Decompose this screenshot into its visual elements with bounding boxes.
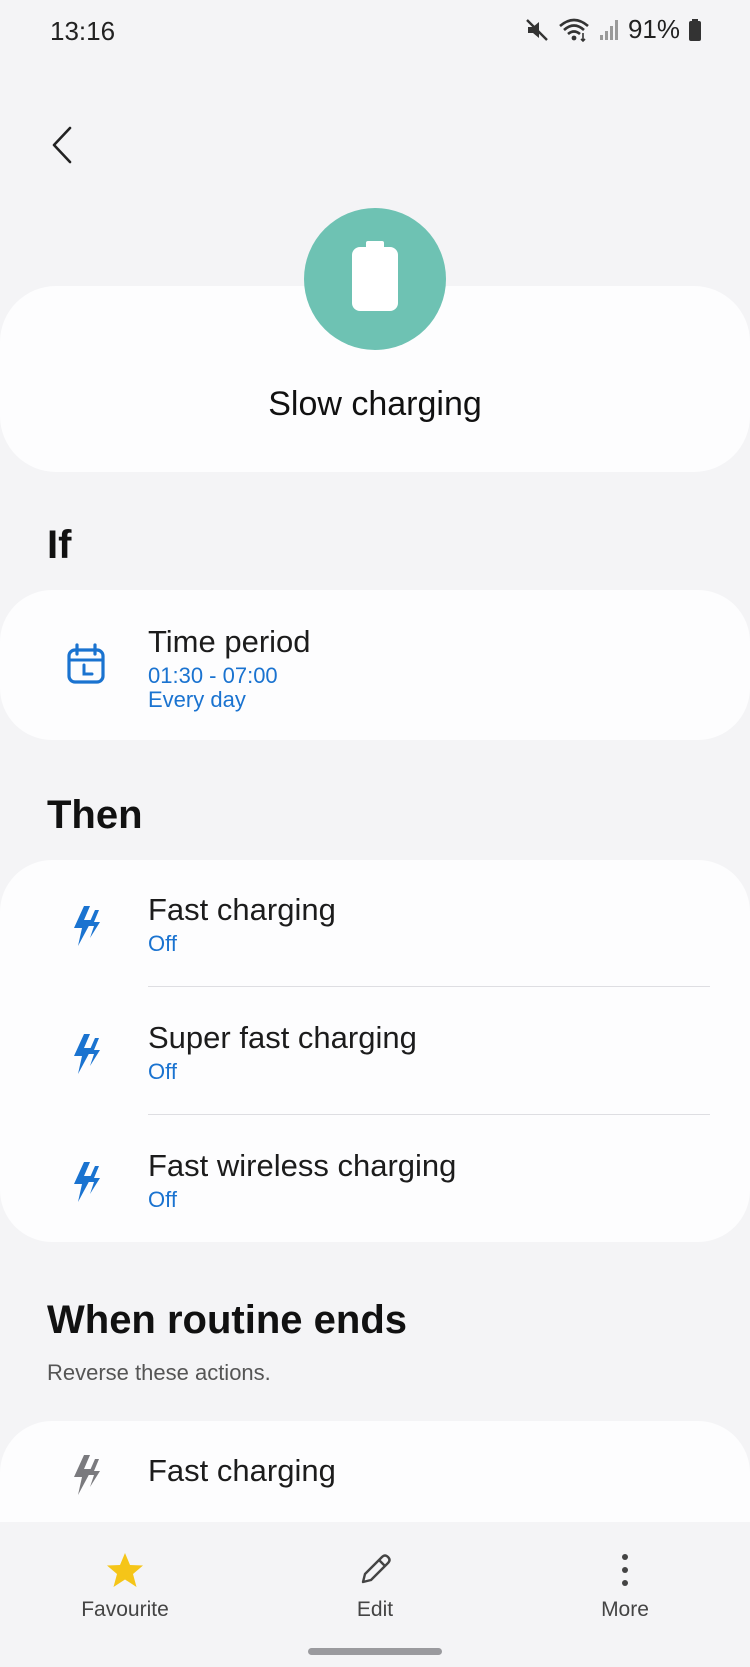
status-bar: 13:16 91%: [0, 0, 750, 66]
row-title: Fast charging: [148, 1453, 336, 1488]
favourite-button[interactable]: Favourite: [45, 1550, 205, 1622]
home-indicator[interactable]: [308, 1648, 442, 1655]
wifi-icon: [558, 17, 590, 43]
edit-label: Edit: [356, 1598, 394, 1621]
fast-charging-icon: [64, 1158, 108, 1206]
calendar-clock-icon: [64, 640, 108, 688]
row-status: Off: [148, 1059, 177, 1084]
row-title: Time period: [148, 624, 311, 659]
signal-icon: [598, 18, 620, 42]
then-card: Fast charging Off Super fast charging Of…: [0, 860, 750, 1242]
chevron-left-icon: [48, 124, 76, 171]
favourite-label: Favourite: [81, 1598, 169, 1621]
if-card: Time period 01:30 - 07:00 Every day: [0, 590, 750, 740]
row-status: Off: [148, 931, 177, 956]
bottom-action-bar: Favourite Edit More: [0, 1522, 750, 1667]
row-subtitle-time: 01:30 - 07:00: [148, 663, 278, 688]
then-heading: Then: [47, 793, 143, 837]
row-status: Off: [148, 1187, 177, 1212]
row-title: Fast wireless charging: [148, 1148, 457, 1183]
action-super-fast-charging[interactable]: Super fast charging Off: [0, 988, 750, 1116]
fast-charging-icon: [64, 1451, 108, 1499]
battery-percent: 91%: [627, 14, 680, 44]
status-icons: 91%: [524, 14, 702, 45]
action-fast-wireless-charging[interactable]: Fast wireless charging Off: [0, 1116, 750, 1242]
end-heading: When routine ends: [47, 1298, 407, 1342]
more-vertical-icon: [545, 1550, 705, 1590]
condition-time-period[interactable]: Time period 01:30 - 07:00 Every day: [0, 590, 750, 740]
back-button[interactable]: [36, 112, 88, 182]
mute-icon: [524, 17, 550, 43]
pencil-icon: [295, 1550, 455, 1590]
battery-icon: [350, 240, 400, 318]
action-fast-charging[interactable]: Fast charging Off: [0, 860, 750, 988]
row-subtitle-repeat: Every day: [148, 687, 246, 712]
fast-charging-icon: [64, 902, 108, 950]
star-icon: [45, 1550, 205, 1590]
divider: [148, 1114, 710, 1115]
more-button[interactable]: More: [545, 1550, 705, 1622]
reverse-fast-charging[interactable]: Fast charging: [0, 1421, 750, 1521]
if-heading: If: [47, 523, 72, 567]
end-subtitle: Reverse these actions.: [47, 1360, 271, 1385]
status-time: 13:16: [50, 16, 116, 46]
battery-icon: [688, 18, 702, 42]
edit-button[interactable]: Edit: [295, 1550, 455, 1622]
divider: [148, 986, 710, 987]
routine-title[interactable]: Slow charging: [0, 385, 750, 424]
fast-charging-icon: [64, 1030, 108, 1078]
row-title: Fast charging: [148, 892, 336, 927]
more-label: More: [601, 1598, 649, 1621]
routine-icon[interactable]: [304, 208, 446, 350]
row-title: Super fast charging: [148, 1020, 417, 1055]
